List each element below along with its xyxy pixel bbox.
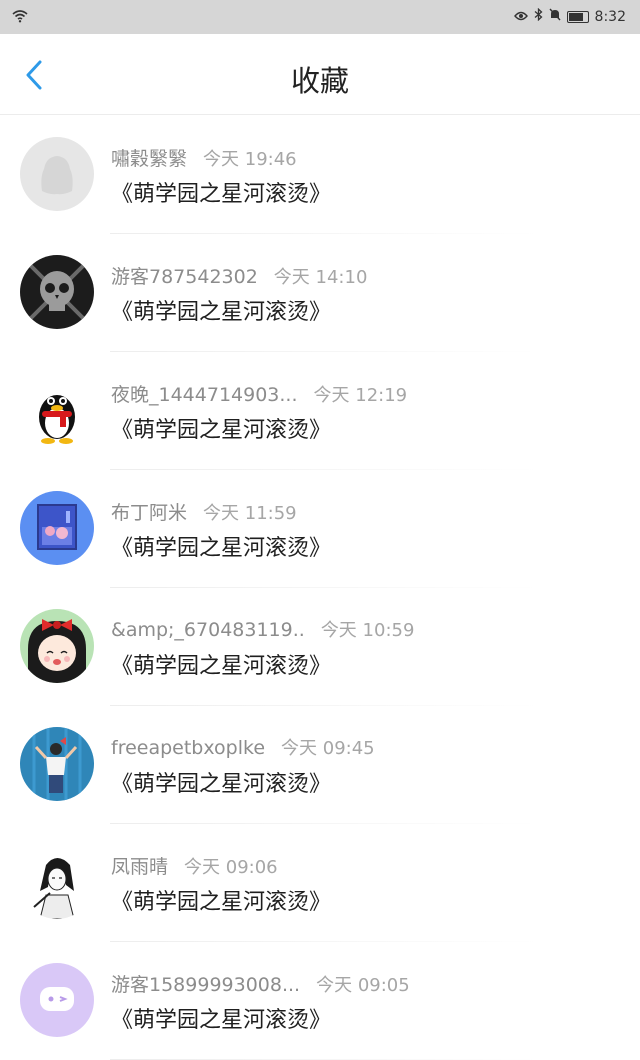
user-name: &amp;_670483119.. <box>111 619 305 641</box>
user-name: 游客787542302 <box>111 266 258 288</box>
work-title: 《萌学园之星河滚烫》 <box>111 418 332 443</box>
user-name: 布丁阿米 <box>111 502 188 524</box>
avatar <box>20 137 94 211</box>
user-name: 夜晚_1444714903... <box>111 384 298 406</box>
work-title: 《萌学园之星河滚烫》 <box>111 654 332 679</box>
work-title: 《萌学园之星河滚烫》 <box>111 536 332 561</box>
wifi-icon <box>12 9 28 27</box>
timestamp: 今天 09:45 <box>281 738 375 759</box>
work-title: 《萌学园之星河滚烫》 <box>111 300 332 325</box>
user-name: 凤雨晴 <box>111 856 169 878</box>
timestamp: 今天 09:05 <box>316 975 410 996</box>
timestamp: 今天 09:06 <box>184 857 278 878</box>
user-name: 游客15899993008... <box>111 974 301 996</box>
avatar <box>20 845 94 919</box>
list-item[interactable]: 游客15899993008... 今天 09:05 《萌学园之星河滚烫》 <box>0 942 640 1060</box>
eye-icon <box>513 9 528 25</box>
timestamp: 今天 14:10 <box>273 267 368 288</box>
avatar <box>20 727 94 801</box>
timestamp: 今天 12:19 <box>313 385 408 406</box>
list-item[interactable]: 凤雨晴 今天 09:06 《萌学园之星河滚烫》 <box>0 824 640 942</box>
avatar <box>20 255 94 329</box>
bluetooth-icon <box>534 7 543 25</box>
avatar <box>20 963 94 1037</box>
avatar <box>20 373 94 447</box>
header: 收藏 <box>0 34 640 115</box>
clock-time: 8:32 <box>594 8 626 25</box>
status-bar: 8:32 <box>0 0 640 34</box>
avatar <box>20 609 94 683</box>
list-item[interactable]: &amp;_670483119.. 今天 10:59 《萌学园之星河滚烫》 <box>0 588 640 706</box>
timestamp: 今天 11:59 <box>203 503 297 524</box>
battery-icon <box>566 10 589 23</box>
list-item[interactable]: 嘯穀繄繄 今天 19:46 《萌学园之星河滚烫》 <box>0 116 640 234</box>
user-name: freeapetbxoplke <box>111 737 266 759</box>
list-item[interactable]: freeapetbxoplke 今天 09:45 《萌学园之星河滚烫》 <box>0 706 640 824</box>
timestamp: 今天 10:59 <box>320 620 415 641</box>
list-item[interactable]: 夜晚_1444714903... 今天 12:19 《萌学园之星河滚烫》 <box>0 352 640 470</box>
list-item[interactable]: 布丁阿米 今天 11:59 《萌学园之星河滚烫》 <box>0 470 640 588</box>
page-title: 收藏 <box>290 64 349 98</box>
avatar <box>20 491 94 565</box>
work-title: 《萌学园之星河滚烫》 <box>111 772 332 797</box>
work-title: 《萌学园之星河滚烫》 <box>111 182 332 207</box>
list-item[interactable]: 游客787542302 今天 14:10 《萌学园之星河滚烫》 <box>0 234 640 352</box>
timestamp: 今天 19:46 <box>203 149 297 170</box>
user-name: 嘯穀繄繄 <box>111 148 188 170</box>
mute-icon <box>549 8 561 25</box>
work-title: 《萌学园之星河滚烫》 <box>111 890 332 915</box>
work-title: 《萌学园之星河滚烫》 <box>111 1008 332 1033</box>
